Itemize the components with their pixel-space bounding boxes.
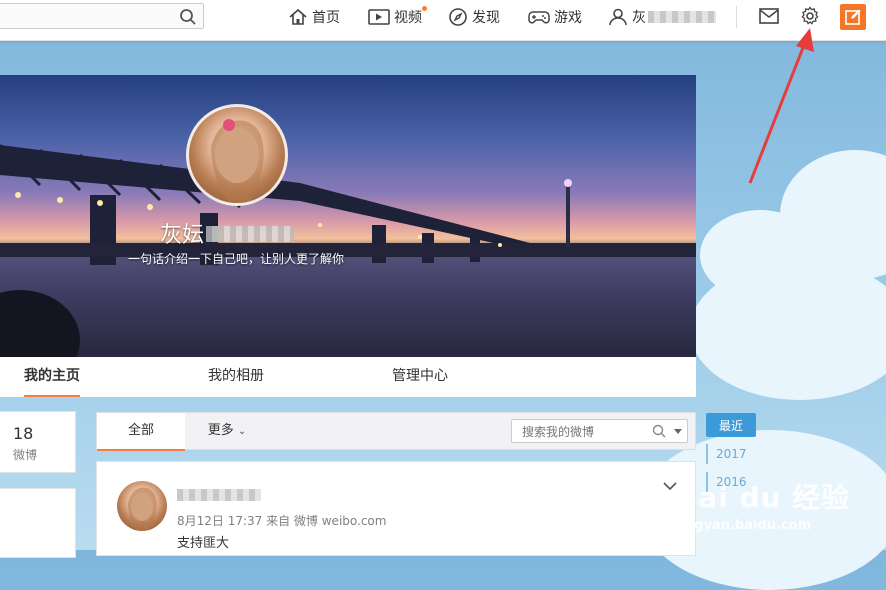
nav-home[interactable]: 首页 (288, 6, 340, 28)
baidu-jingyan-watermark: Bai du 经验 jingyan.baidu.com (676, 476, 850, 533)
watermark-url: jingyan.baidu.com (676, 518, 812, 533)
profile-name: 灰妘 (160, 217, 295, 249)
nav-discover[interactable]: 发现 (448, 6, 500, 28)
gear-icon[interactable] (798, 4, 822, 28)
tab-management-center[interactable]: 管理中心 (392, 357, 448, 397)
weibo-count-label: 微博 (13, 448, 38, 462)
filter-more-label: 更多 (207, 423, 234, 438)
timeline-recent[interactable]: 最近 (706, 413, 756, 437)
timeline-year-2017[interactable]: 2017 (706, 444, 747, 464)
nav-discover-label: 发现 (472, 10, 500, 26)
tab-my-album[interactable]: 我的相册 (208, 357, 264, 397)
mail-icon[interactable] (757, 4, 781, 28)
post-author-name[interactable] (177, 489, 261, 501)
nav-user-profile[interactable]: 灰 (608, 6, 716, 28)
top-navigation-bar: 首页 视频 发现 游戏 灰 (0, 0, 886, 41)
weibo-post: 8月12日 17:37 来自 微博 weibo.com 支持匪大 (96, 461, 696, 556)
nav-video-label: 视频 (394, 10, 422, 26)
chevron-down-icon[interactable] (663, 482, 677, 491)
nav-games[interactable]: 游戏 (528, 6, 582, 28)
global-search-box[interactable] (0, 3, 204, 30)
filter-all[interactable]: 全部 (97, 413, 185, 451)
nav-games-label: 游戏 (554, 10, 582, 26)
profile-tabs: 我的主页 我的相册 管理中心 (0, 357, 696, 397)
profile-cover-image: 灰妘 一句话介绍一下自己吧，让别人更了解你 (0, 75, 696, 357)
feed-filter-bar: 全部 更多 ⌄ (96, 412, 696, 451)
weibo-count: 18 (13, 424, 34, 443)
nav-video[interactable]: 视频 (368, 6, 422, 28)
user-icon (609, 8, 627, 26)
weibo-count-card[interactable]: 18 微博 (0, 411, 76, 473)
nav-divider (736, 6, 737, 28)
weibo-search-box[interactable] (511, 419, 688, 443)
video-icon (368, 9, 390, 25)
profile-intro[interactable]: 一句话介绍一下自己吧，让别人更了解你 (128, 250, 344, 267)
profile-avatar[interactable] (186, 104, 288, 206)
post-text: 支持匪大 (177, 536, 230, 551)
search-icon[interactable] (652, 424, 666, 438)
watermark-logo: Bai du 经验 (676, 481, 851, 514)
compass-icon (449, 8, 467, 26)
gamepad-icon (528, 11, 550, 24)
sidebar-card (0, 488, 76, 558)
blurred-username (648, 11, 716, 23)
post-meta: 8月12日 17:37 来自 微博 weibo.com (177, 514, 387, 528)
search-icon[interactable] (179, 8, 197, 26)
home-icon (289, 8, 307, 25)
global-search-input[interactable] (5, 4, 179, 30)
weibo-search-input[interactable] (520, 421, 654, 443)
chevron-down-icon: ⌄ (237, 426, 247, 437)
bridge-illustration (0, 143, 696, 357)
blurred-name (206, 226, 295, 242)
nav-home-label: 首页 (312, 10, 340, 26)
cloud-decoration (690, 260, 886, 400)
new-notification-dot (422, 6, 427, 11)
tab-my-home[interactable]: 我的主页 (24, 357, 80, 397)
post-avatar[interactable] (117, 481, 167, 531)
compose-icon[interactable] (840, 4, 866, 30)
filter-more[interactable]: 更多 ⌄ (197, 413, 257, 449)
dropdown-arrow-icon[interactable] (673, 428, 683, 436)
nav-user-label: 灰 (632, 10, 646, 26)
